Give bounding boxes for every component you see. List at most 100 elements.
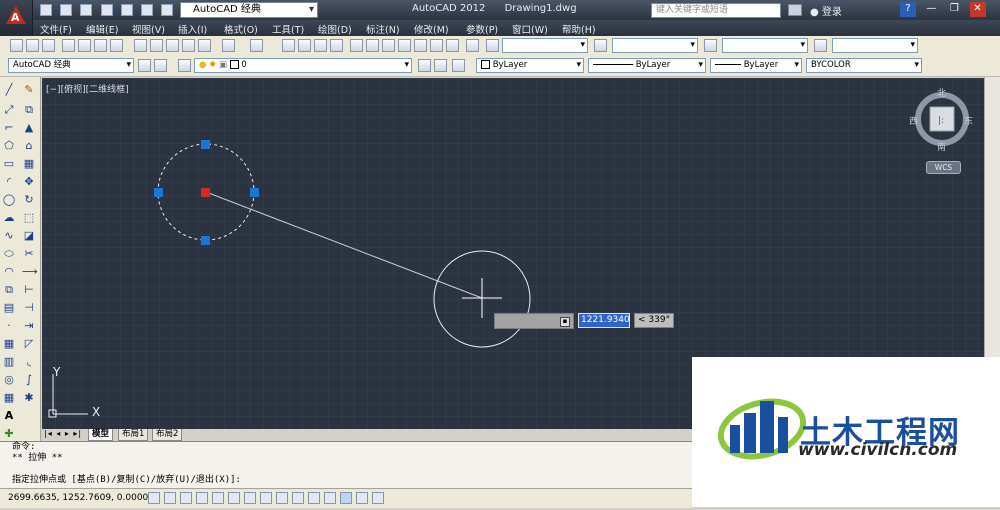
menu-dimension[interactable]: 标注(N) (366, 22, 400, 36)
chamfer-icon[interactable]: ◸ (22, 337, 36, 351)
menu-draw[interactable]: 绘图(D) (318, 22, 352, 36)
multileader-style-combo[interactable] (832, 38, 918, 53)
object-snap-icon[interactable] (228, 492, 240, 504)
explode-icon[interactable]: ✱ (22, 391, 36, 405)
tab-layout2[interactable]: 布局2 (152, 429, 183, 441)
move-icon[interactable]: ✥ (22, 175, 36, 189)
break-at-point-icon[interactable]: ⊢ (22, 283, 36, 297)
markup-icon[interactable] (414, 39, 427, 52)
show-lineweight-icon[interactable] (308, 492, 320, 504)
cut-icon[interactable] (134, 39, 147, 52)
snap-mode-icon[interactable] (164, 492, 176, 504)
grip-right[interactable] (250, 188, 259, 197)
undo-tool-icon[interactable] (222, 39, 235, 52)
workspace-combo[interactable]: AutoCAD 经典 (8, 58, 134, 73)
plot-preview-icon[interactable] (78, 39, 91, 52)
zoom-previous-icon[interactable] (330, 39, 343, 52)
menu-format[interactable]: 格式(O) (224, 22, 258, 36)
match-properties-icon[interactable] (182, 39, 195, 52)
linetype-combo[interactable]: ByLayer (588, 58, 706, 73)
dynamic-input-angle[interactable]: < 339° (634, 313, 674, 328)
quickcalc-icon[interactable] (430, 39, 443, 52)
workspace-dropdown[interactable]: AutoCAD 经典 (180, 2, 318, 18)
undo-icon[interactable] (140, 4, 153, 16)
spline-icon[interactable]: ∿ (2, 229, 16, 243)
block-editor-icon[interactable] (198, 39, 211, 52)
text-style-icon[interactable] (466, 39, 479, 52)
table-icon[interactable]: ▦ (2, 391, 16, 405)
trim-icon[interactable]: ✂ (22, 247, 36, 261)
ortho-mode-icon[interactable] (196, 492, 208, 504)
polygon-icon[interactable]: ⬠ (2, 139, 16, 153)
object-snap-tracking-icon[interactable] (260, 492, 272, 504)
save-as-icon[interactable] (100, 4, 113, 16)
command-window[interactable]: 命令: ** 拉伸 ** 指定拉伸点或 [基点(B)/复制(C)/放弃(U)/退… (0, 441, 692, 489)
menu-file[interactable]: 文件(F) (40, 22, 72, 36)
login-link[interactable]: ● 登录 (810, 3, 842, 18)
rectangle-icon[interactable]: ▭ (2, 157, 16, 171)
grip-top[interactable] (201, 140, 210, 149)
menu-window[interactable]: 窗口(W) (512, 22, 548, 36)
selection-cycling-icon[interactable] (356, 492, 368, 504)
grip-center-hot[interactable] (201, 188, 210, 197)
grid-display-icon[interactable] (180, 492, 192, 504)
redo-icon[interactable] (161, 4, 174, 16)
viewcube-east[interactable]: 东 (964, 114, 973, 127)
multileader-style-icon[interactable] (814, 39, 827, 52)
stretch-icon[interactable]: ◪ (22, 229, 36, 243)
circle-icon[interactable]: ◯ (2, 193, 16, 207)
join-icon[interactable]: ⇥ (22, 319, 36, 333)
menu-help[interactable]: 帮助(H) (562, 22, 596, 36)
gradient-icon[interactable]: ▥ (2, 355, 16, 369)
text-style-combo[interactable] (502, 38, 588, 53)
tab-layout1[interactable]: 布局1 (118, 429, 149, 441)
3d-object-snap-icon[interactable] (244, 492, 256, 504)
plot-icon[interactable] (62, 39, 75, 52)
hatch-icon[interactable]: ▦ (2, 337, 16, 351)
construction-line-icon[interactable]: ⤢ (2, 103, 16, 117)
rotate-icon[interactable]: ↻ (22, 193, 36, 207)
transparency-icon[interactable] (324, 492, 336, 504)
menu-tools[interactable]: 工具(T) (272, 22, 304, 36)
annotation-monitor-icon[interactable] (372, 492, 384, 504)
multiline-text-icon[interactable]: A (2, 409, 16, 423)
point-icon[interactable]: · (2, 319, 16, 333)
dynamic-input-distance[interactable]: 1221.9340 (578, 313, 630, 328)
quick-properties-icon[interactable] (340, 492, 352, 504)
add-selected-icon[interactable]: ✚ (2, 427, 16, 441)
menu-view[interactable]: 视图(V) (132, 22, 165, 36)
region-icon[interactable]: ◎ (2, 373, 16, 387)
menu-insert[interactable]: 插入(I) (178, 22, 207, 36)
break-icon[interactable]: ⊣ (22, 301, 36, 315)
minimize-button[interactable]: — (923, 2, 939, 17)
scale-icon[interactable]: ⬚ (22, 211, 36, 225)
ellipse-icon[interactable]: ⬭ (2, 247, 16, 261)
paste-icon[interactable] (166, 39, 179, 52)
erase-icon[interactable]: ✎ (22, 83, 36, 97)
command-prompt-line[interactable]: 指定拉伸点或 [基点(B)/复制(C)/放弃(U)/退出(X)]: (0, 475, 692, 486)
design-center-icon[interactable] (366, 39, 379, 52)
dynamic-input-icon[interactable] (292, 492, 304, 504)
viewcube-north[interactable]: 北 (937, 86, 946, 99)
ellipse-arc-icon[interactable]: ◠ (2, 265, 16, 279)
layer-previous-icon[interactable] (434, 59, 447, 72)
insert-block-icon[interactable]: ⧉ (2, 283, 16, 297)
extend-icon[interactable]: ⟶ (22, 265, 38, 279)
offset-icon[interactable]: ⌂ (22, 139, 36, 153)
tab-model[interactable]: 模型 (88, 429, 114, 441)
properties-icon[interactable] (350, 39, 363, 52)
arc-icon[interactable]: ◜ (2, 175, 16, 189)
close-button[interactable]: ✕ (969, 2, 986, 17)
lineweight-combo[interactable]: ByLayer (710, 58, 802, 73)
menu-edit[interactable]: 编辑(E) (86, 22, 118, 36)
application-menu-button[interactable]: A (0, 0, 33, 36)
table-style-combo[interactable] (722, 38, 808, 53)
array-icon[interactable]: ▦ (22, 157, 36, 171)
blend-icon[interactable]: ∫ (22, 373, 36, 387)
text-style-manager-icon[interactable] (486, 39, 499, 52)
plot-style-combo[interactable]: BYCOLOR (806, 58, 922, 73)
dim-style-combo[interactable] (612, 38, 698, 53)
publish-icon[interactable] (94, 39, 107, 52)
coordinate-readout[interactable]: 2699.6635, 1252.7609, 0.0000 (8, 493, 148, 503)
zoom-realtime-icon[interactable] (298, 39, 311, 52)
